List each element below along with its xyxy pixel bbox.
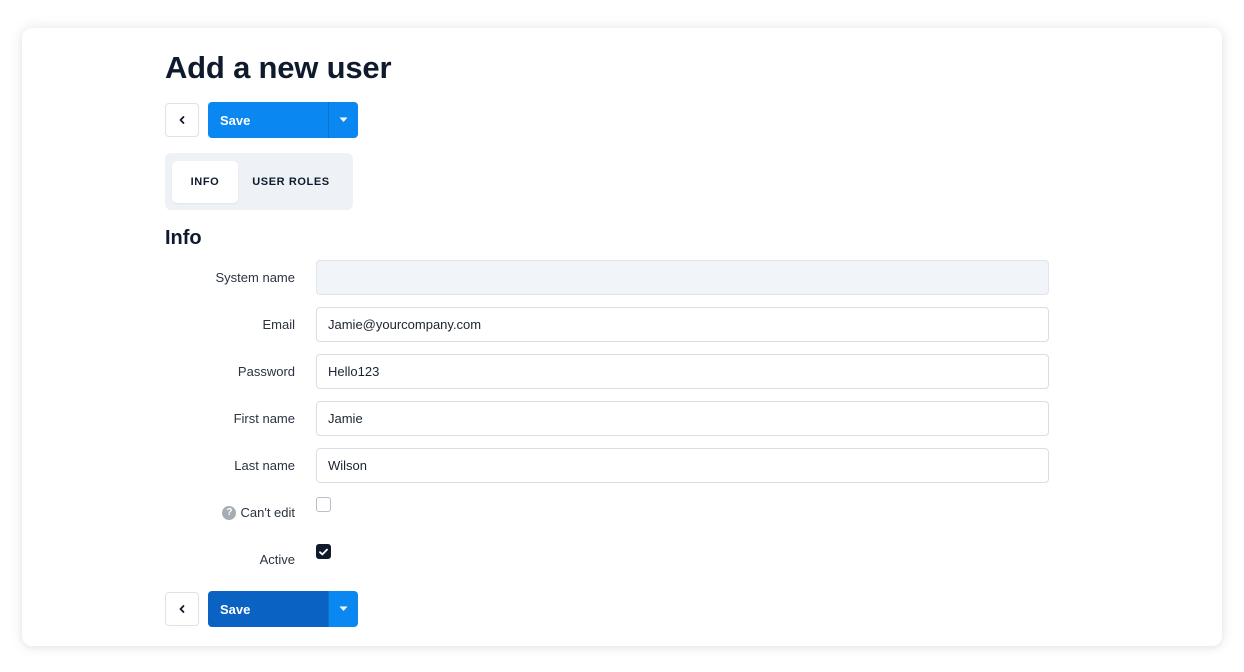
email-label: Email <box>262 317 295 332</box>
chevron-left-icon <box>179 605 185 613</box>
checkmark-icon <box>319 548 328 555</box>
save-button[interactable]: Save <box>208 102 328 138</box>
active-label: Active <box>259 552 295 567</box>
cant-edit-label-group: ? Can't edit <box>165 505 295 520</box>
caret-down-icon <box>339 117 348 122</box>
save-button-group-bottom: Save <box>208 591 358 627</box>
last-name-row: Last name <box>165 448 1049 483</box>
top-toolbar: Save <box>165 102 358 138</box>
save-options-button-bottom[interactable] <box>328 591 358 627</box>
page-title: Add a new user <box>165 50 392 85</box>
back-button[interactable] <box>165 103 199 137</box>
save-button-bottom[interactable]: Save <box>208 591 328 627</box>
question-circle-icon[interactable]: ? <box>222 505 237 520</box>
password-row: Password <box>165 354 1049 389</box>
email-field[interactable] <box>316 307 1049 342</box>
tab-info[interactable]: INFO <box>172 160 238 203</box>
system-name-label: System name <box>215 270 295 285</box>
cant-edit-checkbox[interactable] <box>316 497 331 512</box>
password-label: Password <box>237 364 295 379</box>
last-name-field[interactable] <box>316 448 1049 483</box>
last-name-label: Last name <box>234 458 295 473</box>
chevron-left-icon <box>179 116 185 124</box>
active-checkbox[interactable] <box>316 544 331 559</box>
tab-user-roles[interactable]: USER ROLES <box>238 161 344 203</box>
first-name-row: First name <box>165 401 1049 436</box>
cant-edit-label: Can't edit <box>240 505 295 520</box>
first-name-field[interactable] <box>316 401 1049 436</box>
system-name-field[interactable] <box>316 260 1049 295</box>
back-button-bottom[interactable] <box>165 592 199 626</box>
system-name-row: System name <box>165 260 1049 295</box>
save-options-button[interactable] <box>328 102 358 138</box>
save-button-group: Save <box>208 102 358 138</box>
section-title: Info <box>165 227 202 249</box>
first-name-label: First name <box>233 411 295 426</box>
tab-bar: INFO USER ROLES <box>165 153 353 210</box>
password-field[interactable] <box>316 354 1049 389</box>
form-card: Add a new user Save INFO USER ROLES Info <box>22 28 1222 646</box>
cant-edit-row: ? Can't edit <box>165 495 1049 530</box>
email-row: Email <box>165 307 1049 342</box>
caret-down-icon <box>339 606 348 611</box>
bottom-toolbar: Save <box>165 591 358 627</box>
active-row: Active <box>165 542 1049 577</box>
